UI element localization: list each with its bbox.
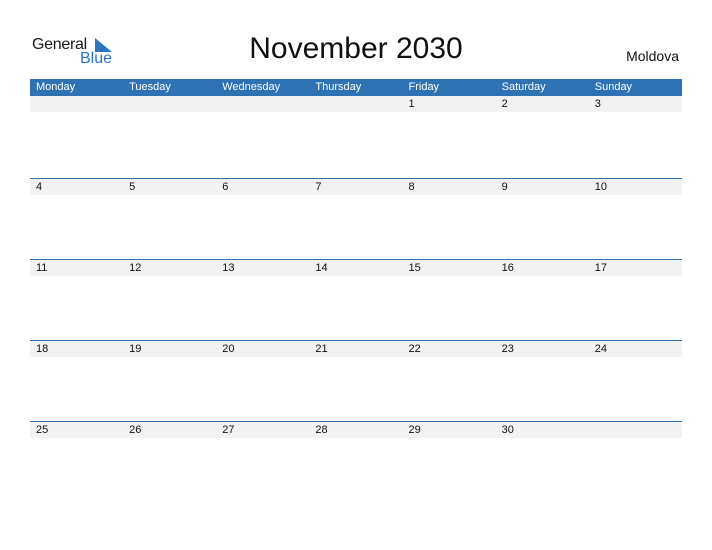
day-cell: 2 <box>501 98 508 110</box>
day-cell: 9 <box>501 181 508 193</box>
day-cell: 10 <box>594 181 607 193</box>
day-number-row: 18 19 20 21 22 23 24 <box>30 341 682 357</box>
day-cell: 1 <box>408 98 415 110</box>
day-cell <box>309 96 402 112</box>
day-cell: 12 <box>129 262 142 274</box>
country-label: Moldova <box>626 48 679 64</box>
day-cell: 14 <box>315 262 328 274</box>
weekday-friday: Friday <box>408 81 440 93</box>
weeks-container: 1 2 3 4 5 6 7 8 9 10 11 12 13 14 15 16 17 18 19 20 21 22 23 24 2… <box>30 96 682 502</box>
weekday-wednesday: Wednesday <box>222 81 281 93</box>
day-cell: 21 <box>315 343 328 355</box>
day-cell: 26 <box>129 424 142 436</box>
day-cell <box>123 96 216 112</box>
day-cell: 15 <box>408 262 421 274</box>
weekday-sunday: Sunday <box>594 81 633 93</box>
day-cell: 29 <box>408 424 421 436</box>
day-number-row: 25 26 27 28 29 30 <box>30 422 682 438</box>
day-cell: 16 <box>501 262 514 274</box>
day-number-row: 1 2 3 <box>30 96 682 112</box>
weekday-tuesday: Tuesday <box>129 81 171 93</box>
day-cell: 30 <box>501 424 514 436</box>
day-cell: 6 <box>222 181 229 193</box>
day-cell: 4 <box>36 181 43 193</box>
day-cell: 7 <box>315 181 322 193</box>
day-cell: 5 <box>129 181 136 193</box>
day-cell: 24 <box>594 343 607 355</box>
week-row: 1 2 3 <box>30 96 682 178</box>
calendar-grid: Monday Tuesday Wednesday Thursday Friday… <box>30 79 682 502</box>
calendar-title: November 2030 <box>249 32 463 65</box>
weekday-saturday: Saturday <box>501 81 546 93</box>
week-row: 11 12 13 14 15 16 17 <box>30 259 682 340</box>
day-cell: 8 <box>408 181 415 193</box>
day-cell <box>216 96 309 112</box>
day-cell: 28 <box>315 424 328 436</box>
weekday-header: Monday Tuesday Wednesday Thursday Friday… <box>30 79 682 96</box>
week-row: 4 5 6 7 8 9 10 <box>30 178 682 259</box>
day-cell <box>589 422 682 438</box>
weekday-thursday: Thursday <box>315 81 362 93</box>
day-cell: 27 <box>222 424 235 436</box>
week-row: 18 19 20 21 22 23 24 <box>30 340 682 421</box>
day-cell: 13 <box>222 262 235 274</box>
day-cell: 17 <box>594 262 607 274</box>
day-cell: 25 <box>36 424 49 436</box>
day-cell: 20 <box>222 343 235 355</box>
day-cell: 22 <box>408 343 421 355</box>
day-cell: 19 <box>129 343 142 355</box>
day-cell: 3 <box>594 98 601 110</box>
weekday-monday: Monday <box>36 81 76 93</box>
day-cell <box>30 96 123 112</box>
day-cell: 18 <box>36 343 49 355</box>
week-row: 25 26 27 28 29 30 <box>30 421 682 502</box>
day-number-row: 11 12 13 14 15 16 17 <box>30 260 682 276</box>
day-cell: 11 <box>36 262 48 274</box>
day-cell: 23 <box>501 343 514 355</box>
day-number-row: 4 5 6 7 8 9 10 <box>30 179 682 195</box>
